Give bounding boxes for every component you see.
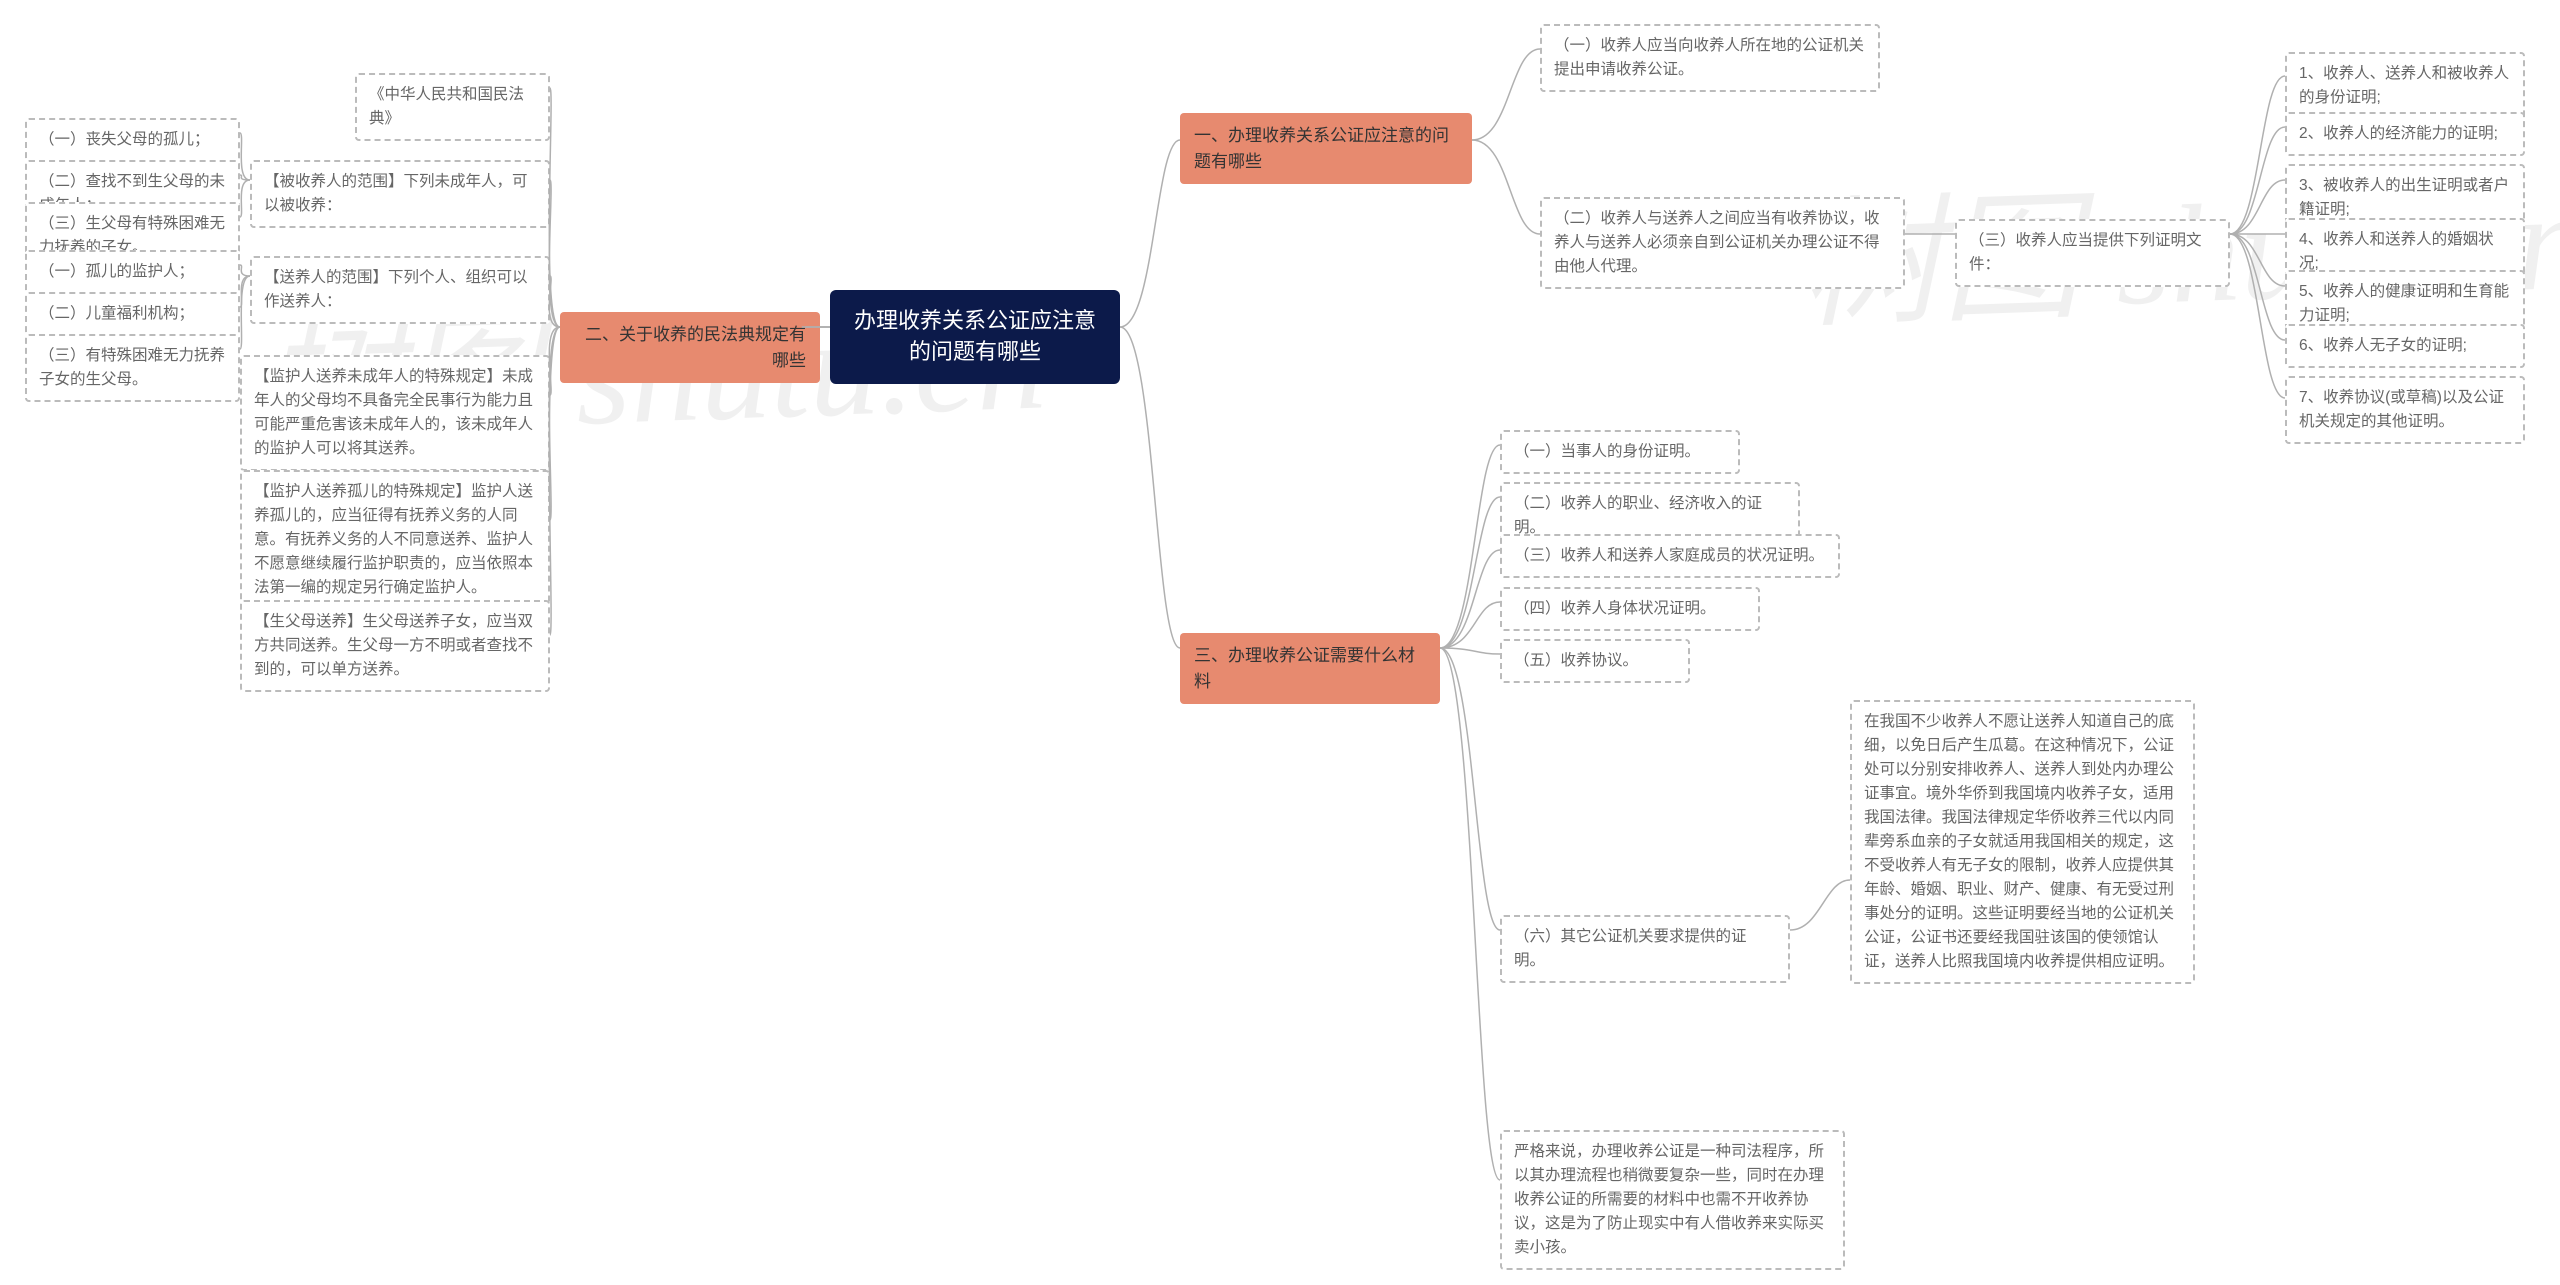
b2c-adoptee-scope: 【被收养人的范围】下列未成年人，可以被收养： (250, 160, 550, 228)
b2c-s2: （二）儿童福利机构； (25, 292, 240, 336)
b3-item-6: （六）其它公证机关要求提供的证明。 (1500, 915, 1790, 983)
branch-1: 一、办理收养关系公证应注意的问题有哪些 (1180, 113, 1472, 184)
b3-item-4: （四）收养人身体状况证明。 (1500, 587, 1760, 631)
branch-3: 三、办理收养公证需要什么材料 (1180, 633, 1440, 704)
b2c-s1: （一）孤儿的监护人； (25, 250, 240, 294)
root-node: 办理收养关系公证应注意的问题有哪些 (830, 290, 1120, 384)
b1-doc-1: 1、收养人、送养人和被收养人的身份证明; (2285, 52, 2525, 120)
b2c-g2: 【监护人送养孤儿的特殊规定】监护人送养孤儿的，应当征得有抚养义务的人同意。有抚养… (240, 470, 550, 610)
b2c-g3: 【生父母送养】生父母送养子女，应当双方共同送养。生父母一方不明或者查找不到的，可… (240, 600, 550, 692)
b3-item-5: （五）收养协议。 (1500, 639, 1690, 683)
branch-2: 二、关于收养的民法典规定有哪些 (560, 312, 820, 383)
b1-item-2: （二）收养人与送养人之间应当有收养协议，收养人与送养人必须亲自到公证机关办理公证… (1540, 197, 1905, 289)
b2c-a1: （一）丧失父母的孤儿； (25, 118, 240, 162)
b2c-g1: 【监护人送养未成年人的特殊规定】未成年人的父母均不具备完全民事行为能力且可能严重… (240, 355, 550, 471)
b2c-code: 《中华人民共和国民法典》 (355, 73, 550, 141)
b3-item-3: （三）收养人和送养人家庭成员的状况证明。 (1500, 534, 1840, 578)
b1-item-1: （一）收养人应当向收养人所在地的公证机关提出申请收养公证。 (1540, 24, 1880, 92)
b1-doc-2: 2、收养人的经济能力的证明; (2285, 112, 2525, 156)
b1-item-3: （三）收养人应当提供下列证明文件： (1955, 219, 2230, 287)
b2c-s3: （三）有特殊困难无力抚养子女的生父母。 (25, 334, 240, 402)
b3-note: 严格来说，办理收养公证是一种司法程序，所以其办理流程也稍微要复杂一些，同时在办理… (1500, 1130, 1845, 1270)
b1-doc-6: 6、收养人无子女的证明; (2285, 324, 2525, 368)
b3-item-1: （一）当事人的身份证明。 (1500, 430, 1740, 474)
b2c-sender-scope: 【送养人的范围】下列个人、组织可以作送养人： (250, 256, 550, 324)
b1-doc-7: 7、收养协议(或草稿)以及公证机关规定的其他证明。 (2285, 376, 2525, 444)
b3-item-6-detail: 在我国不少收养人不愿让送养人知道自己的底细，以免日后产生瓜葛。在这种情况下，公证… (1850, 700, 2195, 984)
